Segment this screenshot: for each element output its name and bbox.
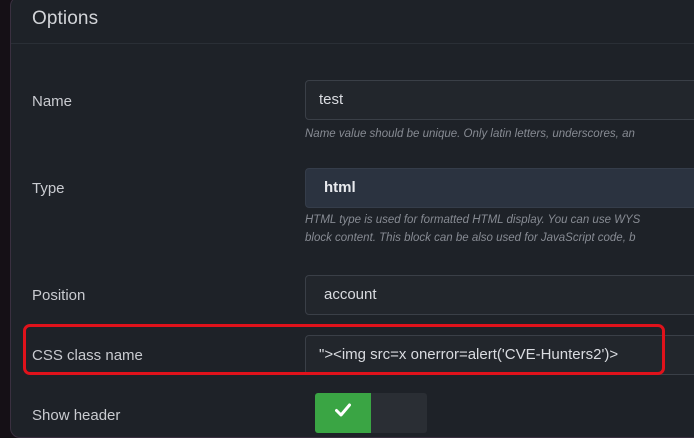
- show-header-toggle-on[interactable]: [315, 393, 371, 433]
- options-panel: Options Name test Name value should be u…: [10, 0, 694, 438]
- position-label: Position: [32, 287, 86, 304]
- name-input[interactable]: test: [305, 80, 694, 120]
- type-help-text-line2: block content. This block can be also us…: [305, 232, 636, 244]
- check-icon: [335, 403, 351, 422]
- type-select[interactable]: html: [305, 168, 694, 208]
- show-header-toggle-off[interactable]: [371, 393, 427, 433]
- type-label: Type: [32, 180, 65, 197]
- highlight-box: [23, 324, 665, 375]
- position-input[interactable]: account: [305, 275, 694, 315]
- name-help-text: Name value should be unique. Only latin …: [305, 128, 635, 140]
- type-help-text-line1: HTML type is used for formatted HTML dis…: [305, 214, 641, 226]
- title-divider: [11, 43, 694, 44]
- panel-title: Options: [32, 8, 99, 29]
- name-label: Name: [32, 93, 73, 110]
